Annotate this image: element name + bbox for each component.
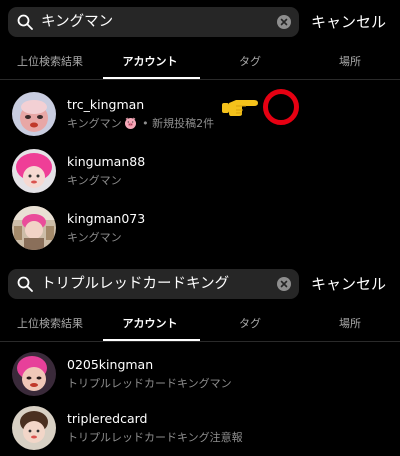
avatar [12, 406, 56, 450]
tab-top-results[interactable]: 上位検索結果 [0, 47, 100, 77]
search-bar: トリプルレッドカードキング キャンセル [0, 262, 400, 312]
username: trc_kingman [67, 97, 145, 112]
search-input[interactable]: キングマン [8, 7, 299, 37]
subtitle: トリプルレッドカードキング注意報 [67, 431, 243, 444]
tab-places[interactable]: 場所 [300, 47, 400, 77]
avatar [12, 149, 56, 193]
list-item[interactable]: tripleredcard トリプルレッドカードキング注意報 [0, 400, 400, 456]
cancel-button[interactable]: キャンセル [311, 269, 386, 299]
list-item[interactable]: kingman073 キングマン [0, 200, 400, 256]
list-item[interactable]: 0205kingman トリプルレッドカードキングマン [0, 346, 400, 402]
list-item[interactable]: trc_kingman キングマン • 新規投稿2件 [0, 86, 400, 142]
subtitle: キングマン [67, 231, 122, 244]
tab-tags[interactable]: タグ [200, 47, 300, 77]
cancel-button[interactable]: キャンセル [311, 7, 386, 37]
clear-icon[interactable] [277, 277, 291, 291]
list-item[interactable]: kinguman88 キングマン [0, 143, 400, 199]
username: kinguman88 [67, 154, 146, 169]
avatar [12, 92, 56, 136]
username: tripleredcard [67, 411, 148, 426]
avatar [12, 352, 56, 396]
subtitle: キングマン • 新規投稿2件 [67, 117, 215, 130]
tab-tags[interactable]: タグ [200, 309, 300, 339]
pointing-hand-icon [222, 100, 258, 116]
tabs-divider [0, 79, 400, 80]
search-icon [17, 276, 33, 292]
tab-places[interactable]: 場所 [300, 309, 400, 339]
tab-bar: 上位検索結果 アカウント タグ 場所 [0, 309, 400, 339]
tab-accounts[interactable]: アカウント [100, 47, 200, 77]
subtitle: トリプルレッドカードキングマン [67, 377, 232, 390]
tabs-divider [0, 341, 400, 342]
clear-icon[interactable] [277, 15, 291, 29]
username: 0205kingman [67, 357, 154, 372]
username: kingman073 [67, 211, 146, 226]
avatar [12, 206, 56, 250]
red-circle-annotation [263, 89, 299, 125]
tab-bar: 上位検索結果 アカウント タグ 場所 [0, 47, 400, 77]
search-icon [17, 14, 33, 30]
pig-icon [124, 117, 136, 129]
search-query: トリプルレッドカードキング [41, 276, 230, 292]
search-input[interactable]: トリプルレッドカードキング [8, 269, 299, 299]
tab-top-results[interactable]: 上位検索結果 [0, 309, 100, 339]
search-bar: キングマン キャンセル [0, 0, 400, 50]
subtitle: キングマン [67, 174, 122, 187]
search-query: キングマン [41, 14, 114, 30]
tab-accounts[interactable]: アカウント [100, 309, 200, 339]
